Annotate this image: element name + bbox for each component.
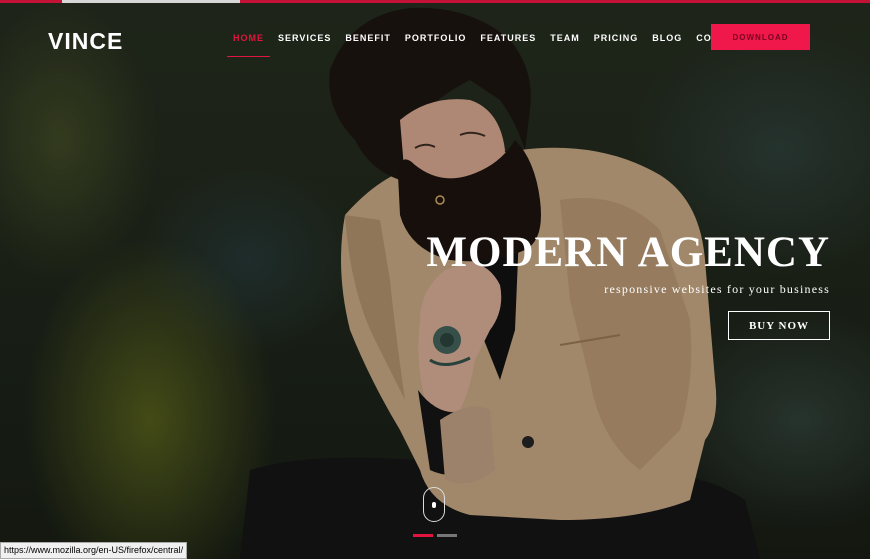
hero-subtitle: responsive websites for your business <box>604 282 830 296</box>
scroll-wheel-indicator <box>432 502 436 508</box>
hero-title: MODERN AGENCY <box>426 229 830 276</box>
slider-pagination <box>413 534 461 537</box>
nav-item-portfolio[interactable]: PORTFOLIO <box>405 31 467 57</box>
brand-logo[interactable]: VINCE <box>48 28 123 55</box>
browser-status-bar: https://www.mozilla.org/en-US/firefox/ce… <box>0 542 188 559</box>
hero-background-image <box>0 0 870 559</box>
nav-item-blog[interactable]: BLOG <box>652 31 682 57</box>
nav-item-home[interactable]: HOME <box>227 31 270 57</box>
nav-item-services[interactable]: SERVICES <box>278 31 331 57</box>
slide-indicator-1[interactable] <box>413 534 433 537</box>
slide-indicator-2[interactable] <box>437 534 457 537</box>
buy-now-button[interactable]: BUY NOW <box>728 311 830 340</box>
main-navigation: HOME SERVICES BENEFIT PORTFOLIO FEATURES… <box>227 31 761 57</box>
nav-item-features[interactable]: FEATURES <box>480 31 536 57</box>
nav-item-pricing[interactable]: PRICING <box>594 31 639 57</box>
download-button[interactable]: DOWNLOAD <box>711 24 810 50</box>
hero-section: VINCE HOME SERVICES BENEFIT PORTFOLIO FE… <box>0 0 870 559</box>
nav-item-team[interactable]: TEAM <box>550 31 580 57</box>
scroll-down-icon[interactable] <box>423 487 445 522</box>
nav-item-benefit[interactable]: BENEFIT <box>345 31 391 57</box>
